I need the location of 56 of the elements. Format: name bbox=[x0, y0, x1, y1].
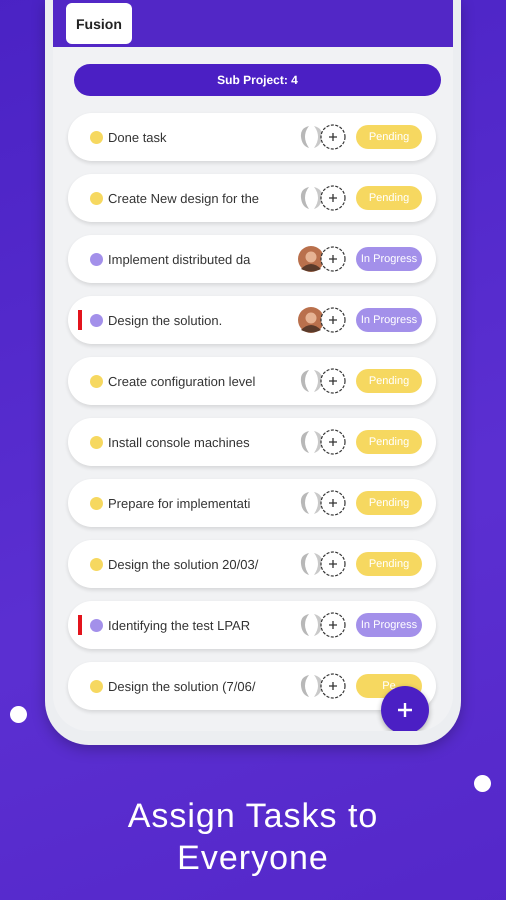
status-dot bbox=[90, 314, 103, 326]
task-row[interactable]: Prepare for implementati Pending bbox=[68, 479, 436, 527]
status-badge: In Progress bbox=[356, 613, 422, 637]
task-title: Design the solution 20/03/ bbox=[108, 556, 260, 572]
task-row[interactable]: Implement distributed da In Progress bbox=[68, 235, 436, 283]
decor-dot bbox=[10, 706, 27, 723]
task-row[interactable]: Design the solution. In Progress bbox=[68, 296, 436, 344]
status-dot bbox=[90, 192, 103, 204]
decor-dot bbox=[474, 775, 491, 792]
task-title: Identifying the test LPAR bbox=[108, 618, 252, 632]
add-assignee-icon[interactable] bbox=[320, 246, 346, 272]
task-row[interactable]: Design the solution 20/03/ Pending bbox=[68, 540, 436, 588]
task-row[interactable]: Create New design for the Pending bbox=[68, 174, 436, 222]
task-row[interactable]: Create configuration level Pending bbox=[68, 357, 436, 405]
status-dot bbox=[90, 130, 103, 144]
task-title: Prepare for implementati bbox=[108, 496, 252, 510]
status-badge: Pending bbox=[356, 491, 422, 515]
add-assignee-icon[interactable] bbox=[320, 673, 346, 699]
status-dot bbox=[90, 374, 103, 388]
task-title: Create New design for the bbox=[108, 190, 260, 206]
status-dot bbox=[90, 618, 103, 632]
sub-project-bar: Sub Project: 4 bbox=[74, 64, 441, 96]
status-badge: Pending bbox=[356, 552, 422, 576]
task-row[interactable]: Install console machines Pending bbox=[68, 418, 436, 466]
task-title: Create configuration level bbox=[108, 374, 256, 388]
status-dot bbox=[90, 558, 103, 570]
status-badge: Pending bbox=[356, 186, 422, 210]
status-dot bbox=[90, 496, 103, 510]
status-dot bbox=[90, 252, 103, 266]
caption-text: Everyone bbox=[177, 838, 329, 879]
status-badge: In Progress bbox=[356, 308, 422, 332]
task-row[interactable]: Identifying the test LPAR In Progress bbox=[68, 601, 436, 649]
add-assignee-icon[interactable] bbox=[320, 368, 346, 394]
status-dot bbox=[90, 680, 103, 692]
status-badge: Pending bbox=[356, 369, 422, 393]
caption-text: Assign Tasks to bbox=[128, 796, 378, 837]
task-title: Design the solution. bbox=[108, 312, 224, 328]
add-assignee-icon[interactable] bbox=[320, 612, 346, 638]
task-row[interactable]: Design the solution (7/06/ Pe bbox=[68, 662, 436, 710]
plus-icon bbox=[395, 700, 415, 720]
status-badge: Pending bbox=[356, 125, 422, 149]
task-title: Implement distributed da bbox=[108, 252, 252, 266]
task-title: Done task bbox=[108, 130, 168, 144]
add-assignee-icon[interactable] bbox=[320, 429, 346, 455]
status-badge: In Progress bbox=[356, 247, 422, 271]
task-row[interactable]: Done task Pending bbox=[68, 113, 436, 161]
task-title: Install console machines bbox=[108, 434, 251, 450]
task-title: Design the solution (7/06/ bbox=[108, 678, 256, 694]
status-dot bbox=[90, 436, 103, 448]
add-assignee-icon[interactable] bbox=[320, 124, 346, 150]
add-assignee-icon[interactable] bbox=[320, 185, 346, 211]
add-assignee-icon[interactable] bbox=[320, 551, 346, 577]
status-badge: Pending bbox=[356, 430, 422, 454]
add-assignee-icon[interactable] bbox=[320, 490, 346, 516]
add-assignee-icon[interactable] bbox=[320, 307, 346, 333]
project-button[interactable]: Fusion bbox=[66, 3, 132, 44]
